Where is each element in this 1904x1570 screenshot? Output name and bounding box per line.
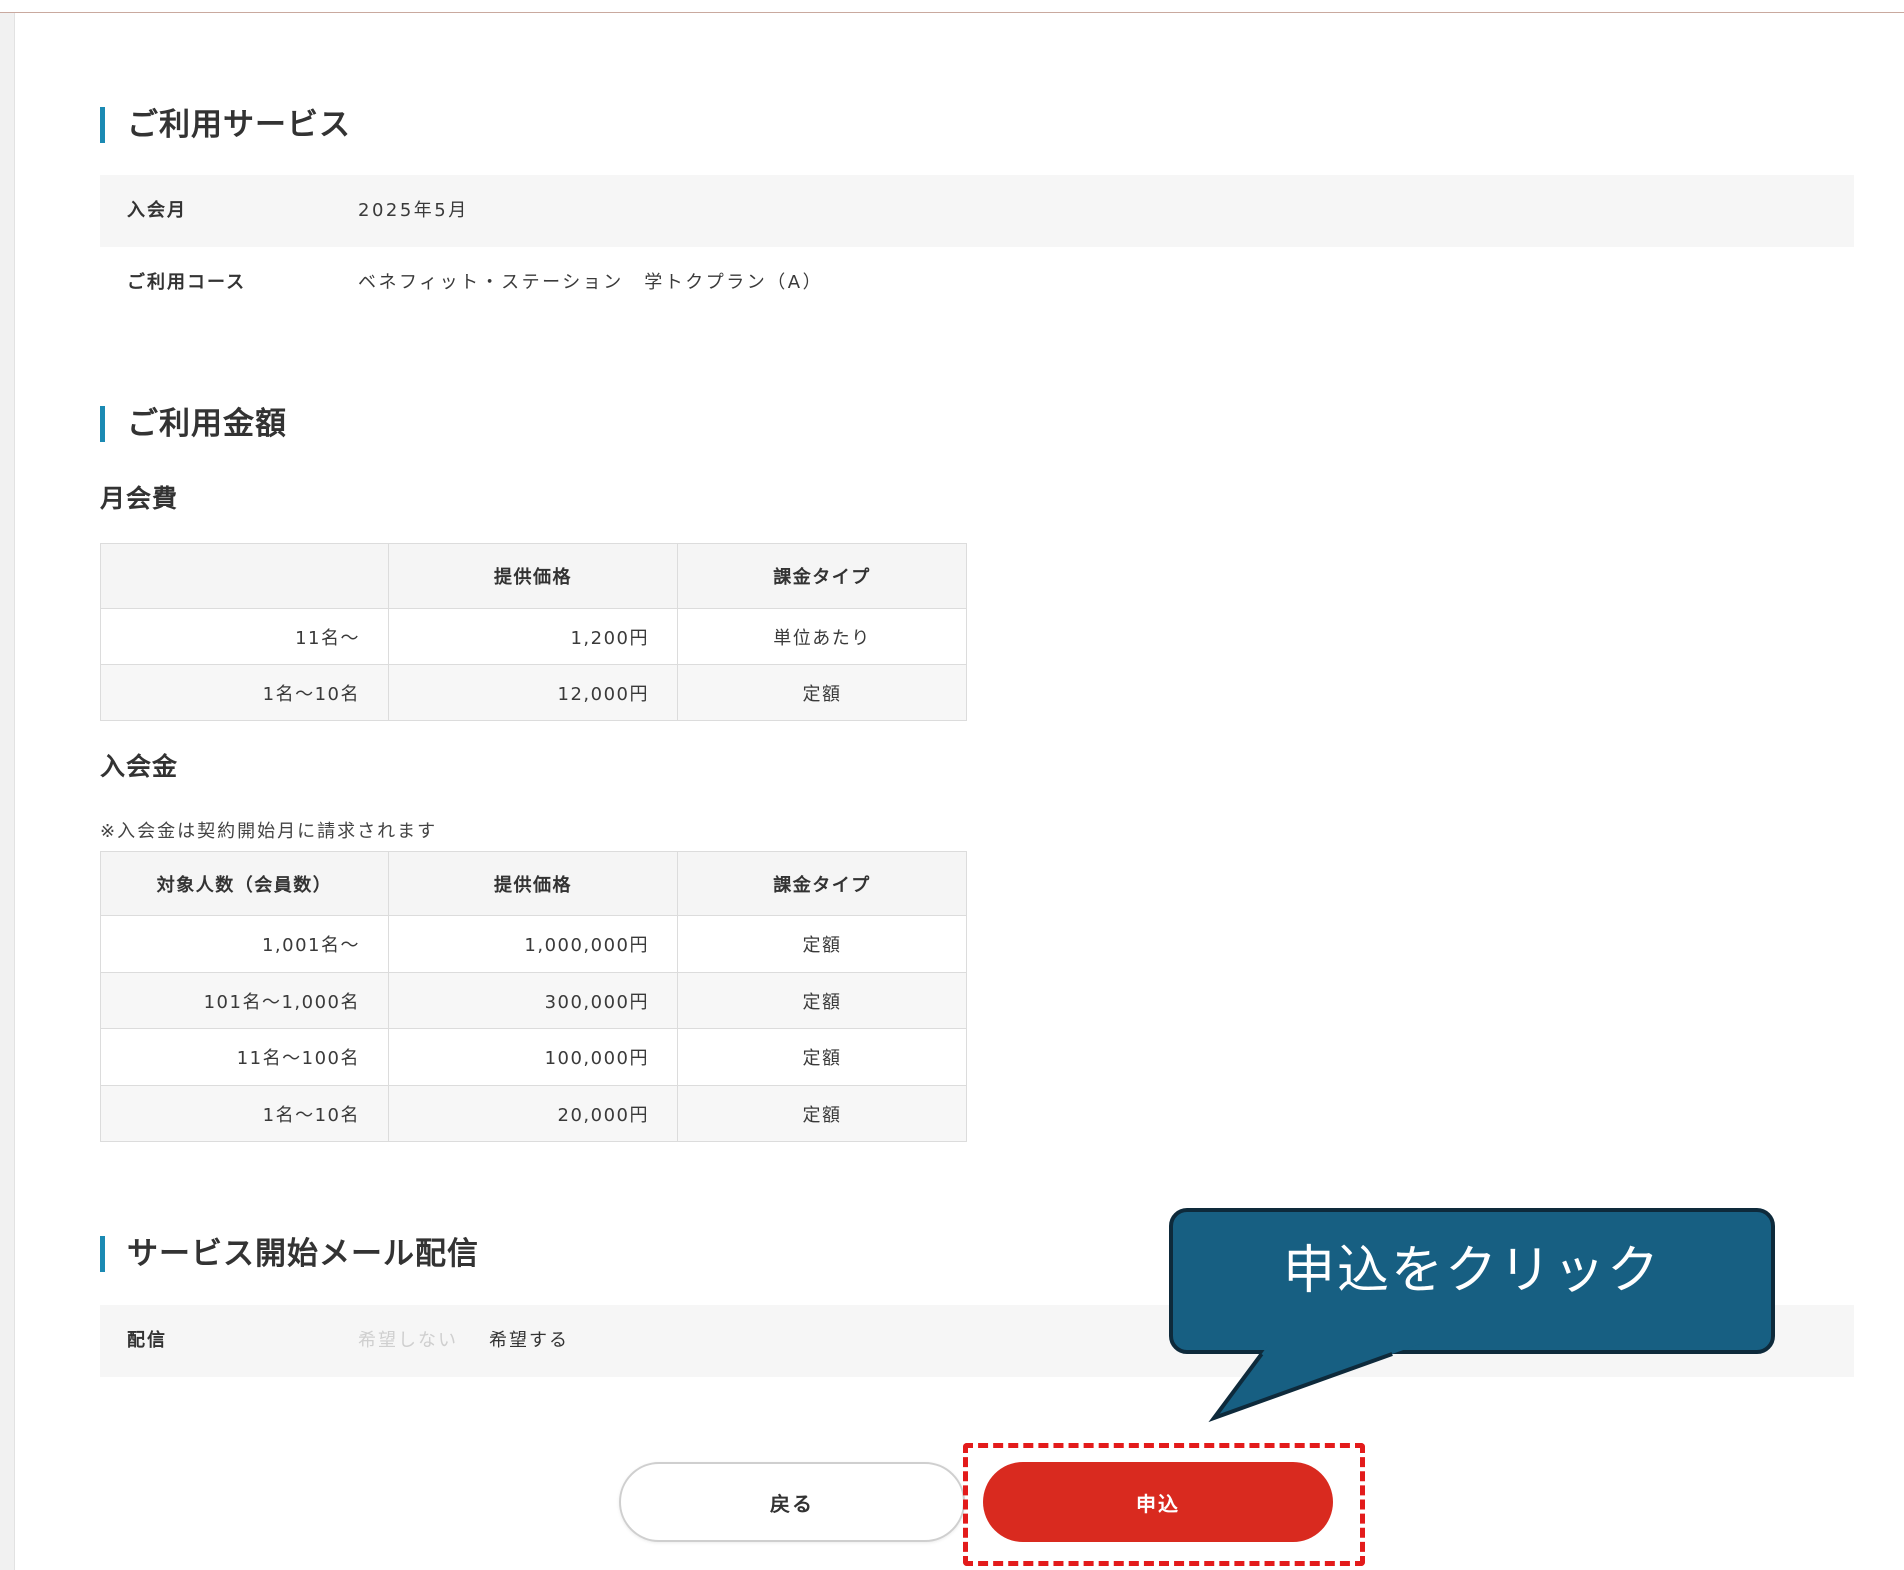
table-row: 11名〜100名 100,000円 定額 bbox=[100, 1028, 967, 1086]
table-header-row: 対象人数（会員数） 提供価格 課金タイプ bbox=[100, 851, 967, 916]
table-row: 1,001名〜 1,000,000円 定額 bbox=[100, 915, 967, 973]
monthly-fee-table: 提供価格 課金タイプ 11名〜 1,200円 単位あたり 1名〜10名 12,0… bbox=[100, 543, 967, 721]
header-cell-billing-type: 課金タイプ bbox=[677, 543, 967, 609]
table-row: 11名〜 1,200円 単位あたり bbox=[100, 608, 967, 665]
header-cell-member-count: 対象人数（会員数） bbox=[100, 851, 389, 916]
table-row: 1名〜10名 20,000円 定額 bbox=[100, 1085, 967, 1142]
enrollment-fee-note: ※入会金は契約開始月に請求されます bbox=[100, 821, 438, 842]
table-header-row: 提供価格 課金タイプ bbox=[100, 543, 967, 609]
subheading-monthly-fee: 月会費 bbox=[100, 484, 179, 513]
cell-price: 300,000円 bbox=[388, 972, 678, 1029]
back-button[interactable]: 戻る bbox=[619, 1462, 965, 1542]
table-row: 101名〜1,000名 300,000円 定額 bbox=[100, 972, 967, 1029]
section-title-service: ご利用サービス bbox=[127, 107, 351, 143]
option-not-wanted[interactable]: 希望しない bbox=[358, 1305, 458, 1377]
cell-billing-type: 定額 bbox=[677, 664, 967, 721]
cell-member-range: 11名〜100名 bbox=[100, 1028, 389, 1086]
apply-button[interactable]: 申込 bbox=[983, 1462, 1333, 1542]
left-page-margin bbox=[0, 13, 15, 1570]
callout-text: 申込をクリック bbox=[1282, 1241, 1661, 1301]
header-cell-price: 提供価格 bbox=[388, 543, 678, 609]
cell-member-range: 1名〜10名 bbox=[100, 1085, 389, 1142]
subheading-enrollment-fee: 入会金 bbox=[100, 752, 179, 781]
cell-price: 100,000円 bbox=[388, 1028, 678, 1086]
heading-accent-bar bbox=[100, 107, 105, 143]
enrollment-fee-table: 対象人数（会員数） 提供価格 課金タイプ 1,001名〜 1,000,000円 … bbox=[100, 851, 967, 1142]
cell-price: 20,000円 bbox=[388, 1085, 678, 1142]
cell-billing-type: 定額 bbox=[677, 915, 967, 973]
section-title-mail: サービス開始メール配信 bbox=[127, 1236, 479, 1272]
top-border-line bbox=[0, 12, 1904, 13]
section-heading-mail: サービス開始メール配信 bbox=[100, 1235, 1000, 1273]
info-label-delivery: 配信 bbox=[127, 1330, 167, 1351]
section-title-fees: ご利用金額 bbox=[127, 406, 287, 442]
header-cell-range bbox=[100, 543, 389, 609]
info-value-course: ベネフィット・ステーション 学トクプラン（A） bbox=[358, 272, 824, 293]
cell-price: 1,000,000円 bbox=[388, 915, 678, 973]
cell-price: 1,200円 bbox=[388, 608, 678, 665]
section-heading-fees: ご利用金額 bbox=[100, 405, 1000, 443]
cell-billing-type: 単位あたり bbox=[677, 608, 967, 665]
info-label-join-month: 入会月 bbox=[127, 200, 187, 221]
info-label-course: ご利用コース bbox=[127, 272, 247, 293]
callout-box: 申込をクリック bbox=[1169, 1208, 1775, 1354]
cell-billing-type: 定額 bbox=[677, 972, 967, 1029]
cell-billing-type: 定額 bbox=[677, 1085, 967, 1142]
header-cell-price: 提供価格 bbox=[388, 851, 678, 916]
cell-price: 12,000円 bbox=[388, 664, 678, 721]
header-cell-billing-type: 課金タイプ bbox=[677, 851, 967, 916]
cell-member-range: 101名〜1,000名 bbox=[100, 972, 389, 1029]
cell-member-range: 1名〜10名 bbox=[100, 664, 389, 721]
info-value-join-month: 2025年5月 bbox=[358, 200, 469, 221]
cell-member-range: 11名〜 bbox=[100, 608, 389, 665]
cell-member-range: 1,001名〜 bbox=[100, 915, 389, 973]
heading-accent-bar bbox=[100, 406, 105, 442]
cell-billing-type: 定額 bbox=[677, 1028, 967, 1086]
option-wanted[interactable]: 希望する bbox=[489, 1305, 569, 1377]
table-row: 1名〜10名 12,000円 定額 bbox=[100, 664, 967, 721]
info-row-join-month: 入会月 2025年5月 bbox=[100, 175, 1854, 247]
section-heading-service: ご利用サービス bbox=[100, 106, 1000, 144]
info-row-course: ご利用コース ベネフィット・ステーション 学トクプラン（A） bbox=[100, 247, 1854, 319]
heading-accent-bar bbox=[100, 1236, 105, 1272]
